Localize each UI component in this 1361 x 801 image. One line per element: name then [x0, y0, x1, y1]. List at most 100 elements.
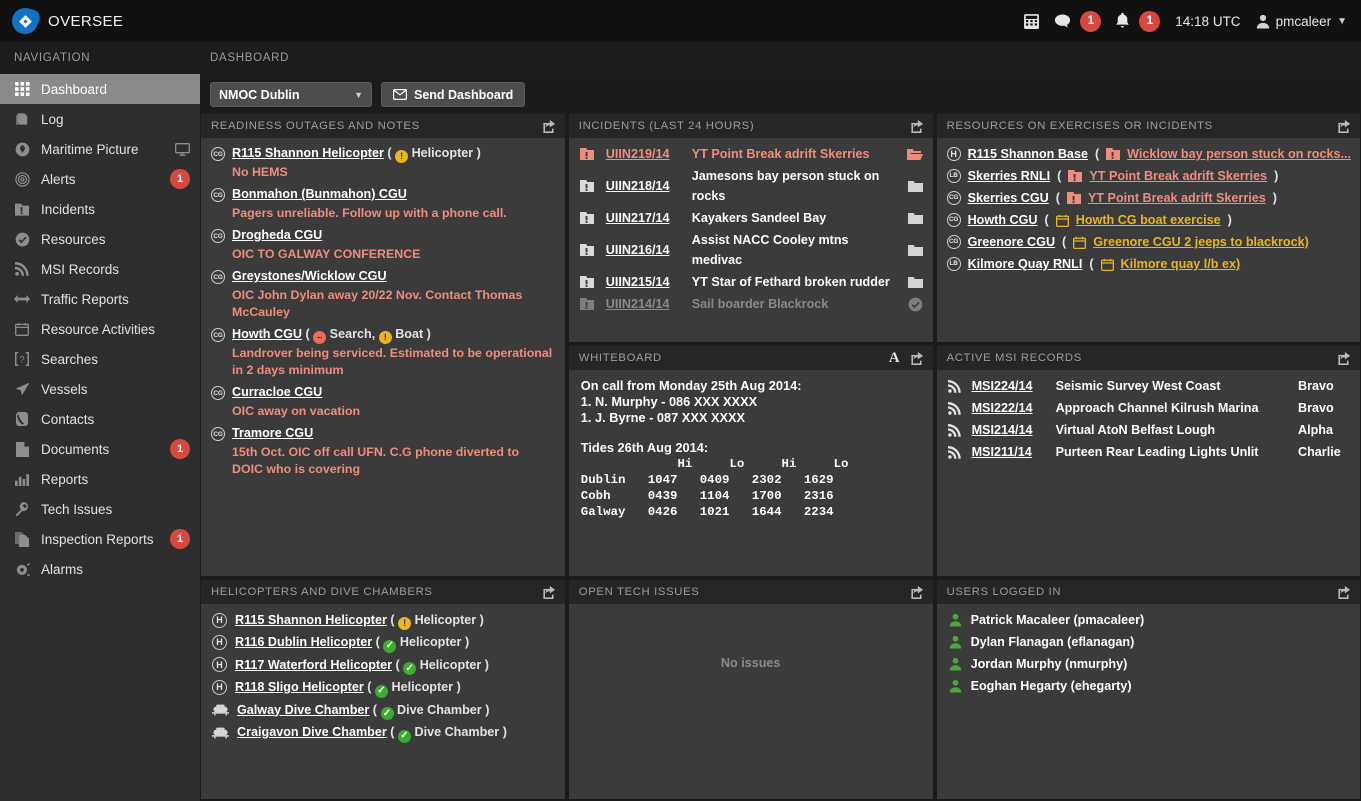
- resource-row[interactable]: H R115 Shannon Base (Wicklow bay person st…: [937, 143, 1360, 165]
- resource-row[interactable]: LB Skerries RNLI (YT Point Break adrift Sk…: [937, 165, 1360, 187]
- messages-count-badge[interactable]: 1: [1080, 10, 1102, 32]
- export-icon[interactable]: [910, 585, 924, 599]
- incident-id[interactable]: UIIN218/14: [606, 176, 692, 196]
- export-icon[interactable]: [1337, 351, 1351, 365]
- export-icon[interactable]: [542, 119, 556, 133]
- resource-link[interactable]: Kilmore Quay RNLI: [968, 254, 1083, 274]
- resource-row[interactable]: CG Howth CGU (Howth CG boat exercise): [937, 209, 1360, 231]
- incident-row[interactable]: UIIN214/14 Sail boarder Blackrock: [569, 293, 933, 315]
- calculator-icon[interactable]: [1023, 13, 1040, 30]
- msi-row[interactable]: MSI211/14 Purteen Rear Leading Lights Unl…: [937, 441, 1360, 463]
- sidebar-item-vessels[interactable]: Vessels: [0, 374, 200, 404]
- chevron-down-icon[interactable]: ▼: [1337, 16, 1347, 27]
- msi-id[interactable]: MSI211/14: [972, 442, 1056, 462]
- folder-open-icon[interactable]: [901, 148, 923, 161]
- readiness-item[interactable]: CG Curracloe CGU: [201, 382, 565, 403]
- incident-row[interactable]: UIIN216/14 Assist NACC Cooley mtns mediva…: [569, 229, 933, 271]
- readiness-item[interactable]: CG Tramore CGU: [201, 423, 565, 444]
- folder-icon[interactable]: [901, 180, 923, 193]
- resource-activity-link[interactable]: Wicklow bay person stuck on rocks...: [1127, 144, 1351, 164]
- resource-row[interactable]: H R115 Shannon Helicopter ( ! Helicopter …: [201, 609, 565, 631]
- resource-link[interactable]: Howth CGU: [968, 210, 1038, 230]
- incident-id[interactable]: UIIN215/14: [606, 272, 692, 292]
- readiness-item[interactable]: CG Bonmahon (Bunmahon) CGU: [201, 184, 565, 205]
- monitor-icon[interactable]: [175, 142, 190, 156]
- folder-icon[interactable]: [901, 276, 923, 289]
- check-circle-icon[interactable]: [901, 297, 923, 312]
- resource-row[interactable]: CG Greenore CGU (Greenore CGU 2 jeeps to b…: [937, 231, 1360, 253]
- msi-row[interactable]: MSI222/14 Approach Channel Kilrush Marina…: [937, 397, 1360, 419]
- readiness-item[interactable]: CG R115 Shannon Helicopter ( ! Helicopter…: [201, 143, 565, 164]
- sidebar-item-resource-activities[interactable]: Resource Activities: [0, 314, 200, 344]
- sidebar-item-searches[interactable]: ? Searches: [0, 344, 200, 374]
- resource-row[interactable]: H R118 Sligo Helicopter ( ✓ Helicopter ): [201, 676, 565, 699]
- readiness-item[interactable]: CG Greystones/Wicklow CGU: [201, 266, 565, 287]
- resource-activity-link[interactable]: Howth CG boat exercise: [1076, 210, 1221, 230]
- incident-id[interactable]: UIIN216/14: [606, 240, 692, 260]
- sidebar-item-msi-records[interactable]: MSI Records: [0, 254, 200, 284]
- readiness-item-link[interactable]: Drogheda CGU: [232, 228, 322, 242]
- export-icon[interactable]: [910, 351, 924, 365]
- readiness-item-link[interactable]: R115 Shannon Helicopter: [232, 146, 384, 160]
- user-menu[interactable]: pmcaleer ▼: [1256, 14, 1347, 29]
- resource-row[interactable]: LB Kilmore Quay RNLI (Kilmore quay l/b ex): [937, 253, 1360, 275]
- incident-id[interactable]: UIIN214/14: [606, 294, 692, 314]
- sidebar-item-dashboard[interactable]: Dashboard: [0, 74, 200, 104]
- incident-id[interactable]: UIIN217/14: [606, 208, 692, 228]
- export-icon[interactable]: [1337, 119, 1351, 133]
- folder-icon[interactable]: [901, 244, 923, 257]
- resource-row[interactable]: Craigavon Dive Chamber ( ✓ Dive Chamber …: [201, 721, 565, 744]
- resource-link[interactable]: R116 Dublin Helicopter: [235, 635, 372, 649]
- alerts-count-badge[interactable]: 1: [1139, 10, 1161, 32]
- resource-link[interactable]: R115 Shannon Helicopter: [235, 613, 387, 627]
- resource-row[interactable]: H R117 Waterford Helicopter ( ✓ Helicopte…: [201, 654, 565, 677]
- msi-id[interactable]: MSI224/14: [972, 376, 1056, 396]
- resource-activity-link[interactable]: Greenore CGU 2 jeeps to blackrock): [1093, 232, 1309, 252]
- msi-row[interactable]: MSI224/14 Seismic Survey West Coast Bravo: [937, 375, 1360, 397]
- sidebar-item-maritime-picture[interactable]: Maritime Picture: [0, 134, 200, 164]
- incident-row[interactable]: UIIN218/14 Jamesons bay person stuck on r…: [569, 165, 933, 207]
- msi-id[interactable]: MSI222/14: [972, 398, 1056, 418]
- resource-link[interactable]: R115 Shannon Base: [968, 144, 1088, 164]
- resource-link[interactable]: R118 Sligo Helicopter: [235, 680, 364, 694]
- export-icon[interactable]: [910, 119, 924, 133]
- export-icon[interactable]: [542, 585, 556, 599]
- resource-link[interactable]: Skerries CGU: [968, 188, 1049, 208]
- incident-row[interactable]: UIIN219/14 YT Point Break adrift Skerries: [569, 143, 933, 165]
- sidebar-item-tech-issues[interactable]: Tech Issues: [0, 494, 200, 524]
- sidebar-item-reports[interactable]: Reports: [0, 464, 200, 494]
- msi-row[interactable]: MSI214/14 Virtual AtoN Belfast Lough Alpha: [937, 419, 1360, 441]
- folder-icon[interactable]: [901, 212, 923, 225]
- readiness-item-link[interactable]: Howth CGU: [232, 327, 302, 341]
- sidebar-item-traffic-reports[interactable]: Traffic Reports: [0, 284, 200, 314]
- location-select[interactable]: NMOC Dublin ▼: [210, 82, 372, 107]
- incident-row[interactable]: UIIN215/14 YT Star of Fethard broken rudd…: [569, 271, 933, 293]
- resource-link[interactable]: Skerries RNLI: [968, 166, 1051, 186]
- sidebar-item-incidents[interactable]: Incidents: [0, 194, 200, 224]
- resource-link[interactable]: R117 Waterford Helicopter: [235, 658, 392, 672]
- resource-row[interactable]: H R116 Dublin Helicopter ( ✓ Helicopter ): [201, 631, 565, 654]
- incident-id[interactable]: UIIN219/14: [606, 144, 692, 164]
- resource-link[interactable]: Craigavon Dive Chamber: [237, 725, 387, 739]
- resource-link[interactable]: Greenore CGU: [968, 232, 1055, 252]
- resource-activity-link[interactable]: YT Point Break adrift Skerries: [1089, 166, 1267, 186]
- readiness-item-link[interactable]: Curracloe CGU: [232, 385, 322, 399]
- bell-icon[interactable]: [1114, 12, 1131, 30]
- readiness-item-link[interactable]: Tramore CGU: [232, 426, 313, 440]
- send-dashboard-button[interactable]: Send Dashboard: [381, 82, 526, 107]
- incident-row[interactable]: UIIN217/14 Kayakers Sandeel Bay: [569, 207, 933, 229]
- readiness-item-link[interactable]: Greystones/Wicklow CGU: [232, 269, 387, 283]
- whiteboard-body[interactable]: On call from Monday 25th Aug 2014: 1. N. …: [569, 370, 933, 576]
- resource-row[interactable]: CG Skerries CGU (YT Point Break adrift Ske…: [937, 187, 1360, 209]
- sidebar-item-log[interactable]: Log: [0, 104, 200, 134]
- sidebar-item-inspection-reports[interactable]: Inspection Reports 1: [0, 524, 200, 554]
- sidebar-item-resources[interactable]: Resources: [0, 224, 200, 254]
- sidebar-item-documents[interactable]: Documents 1: [0, 434, 200, 464]
- readiness-item-link[interactable]: Bonmahon (Bunmahon) CGU: [232, 187, 407, 201]
- resource-activity-link[interactable]: Kilmore quay l/b ex): [1121, 254, 1241, 274]
- resource-activity-link[interactable]: YT Point Break adrift Skerries: [1088, 188, 1266, 208]
- msi-id[interactable]: MSI214/14: [972, 420, 1056, 440]
- resource-link[interactable]: Galway Dive Chamber: [237, 703, 369, 717]
- chat-icon[interactable]: [1053, 12, 1072, 31]
- font-icon[interactable]: A: [889, 350, 900, 366]
